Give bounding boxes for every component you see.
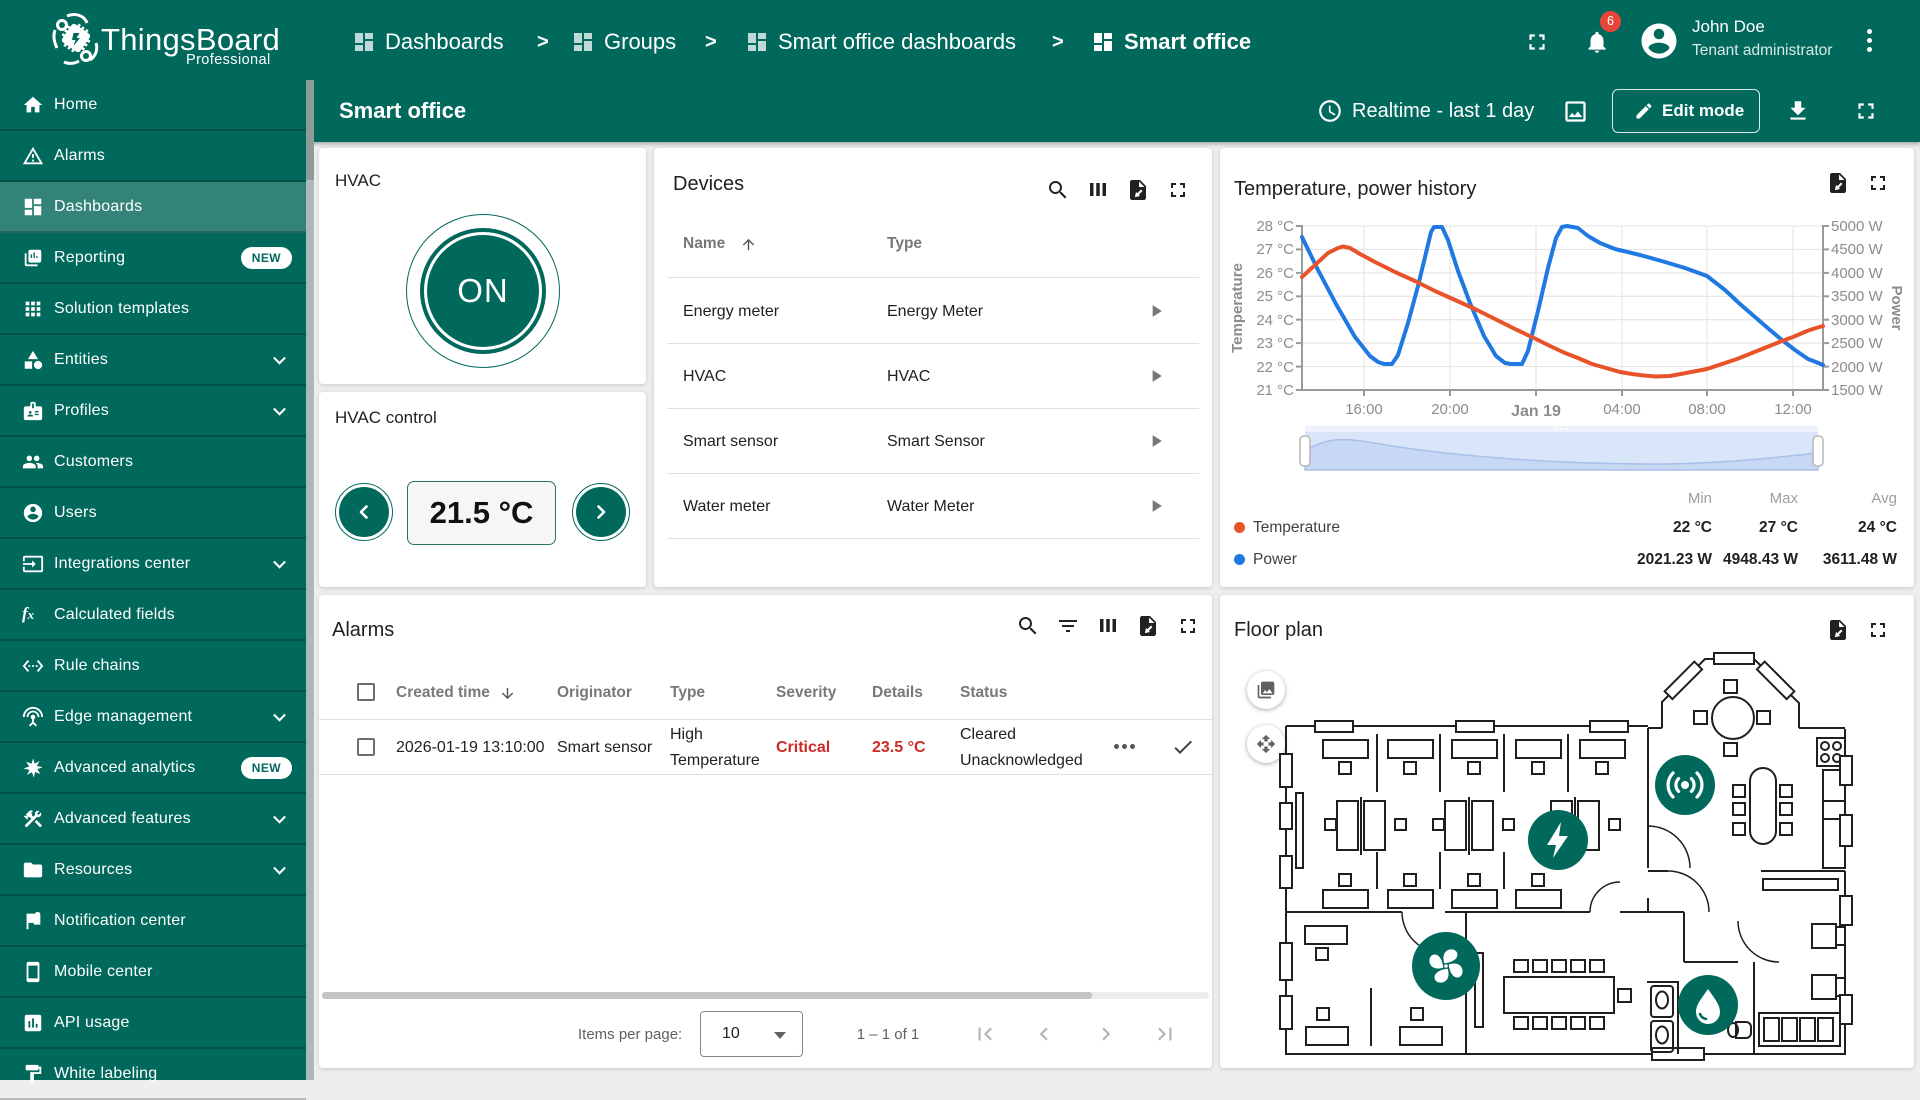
svg-text:22 °C: 22 °C bbox=[1256, 359, 1294, 376]
svg-text:Jan 19: Jan 19 bbox=[1511, 403, 1561, 420]
svg-text:3500 W: 3500 W bbox=[1831, 288, 1884, 305]
svg-text:2500 W: 2500 W bbox=[1831, 335, 1884, 352]
svg-text:23 °C: 23 °C bbox=[1256, 335, 1294, 352]
svg-text:27 °C: 27 °C bbox=[1256, 241, 1294, 258]
svg-text:4500 W: 4500 W bbox=[1831, 241, 1884, 258]
svg-text:16:00: 16:00 bbox=[1345, 401, 1383, 418]
svg-text:28 °C: 28 °C bbox=[1256, 218, 1294, 235]
svg-text:5000 W: 5000 W bbox=[1831, 218, 1884, 235]
svg-text:4000 W: 4000 W bbox=[1831, 265, 1884, 282]
svg-text:1500 W: 1500 W bbox=[1831, 382, 1884, 399]
svg-text:Temperature: Temperature bbox=[1229, 263, 1246, 353]
svg-text:25 °C: 25 °C bbox=[1256, 288, 1294, 305]
svg-text:12:00: 12:00 bbox=[1774, 401, 1812, 418]
svg-text:Power: Power bbox=[1888, 285, 1905, 330]
svg-text:21 °C: 21 °C bbox=[1256, 382, 1294, 399]
svg-text:04:00: 04:00 bbox=[1603, 401, 1641, 418]
svg-text:3000 W: 3000 W bbox=[1831, 312, 1884, 329]
svg-text:08:00: 08:00 bbox=[1688, 401, 1726, 418]
svg-text:26 °C: 26 °C bbox=[1256, 265, 1294, 282]
svg-text:20:00: 20:00 bbox=[1431, 401, 1469, 418]
svg-text:24 °C: 24 °C bbox=[1256, 312, 1294, 329]
svg-text:2000 W: 2000 W bbox=[1831, 359, 1884, 376]
